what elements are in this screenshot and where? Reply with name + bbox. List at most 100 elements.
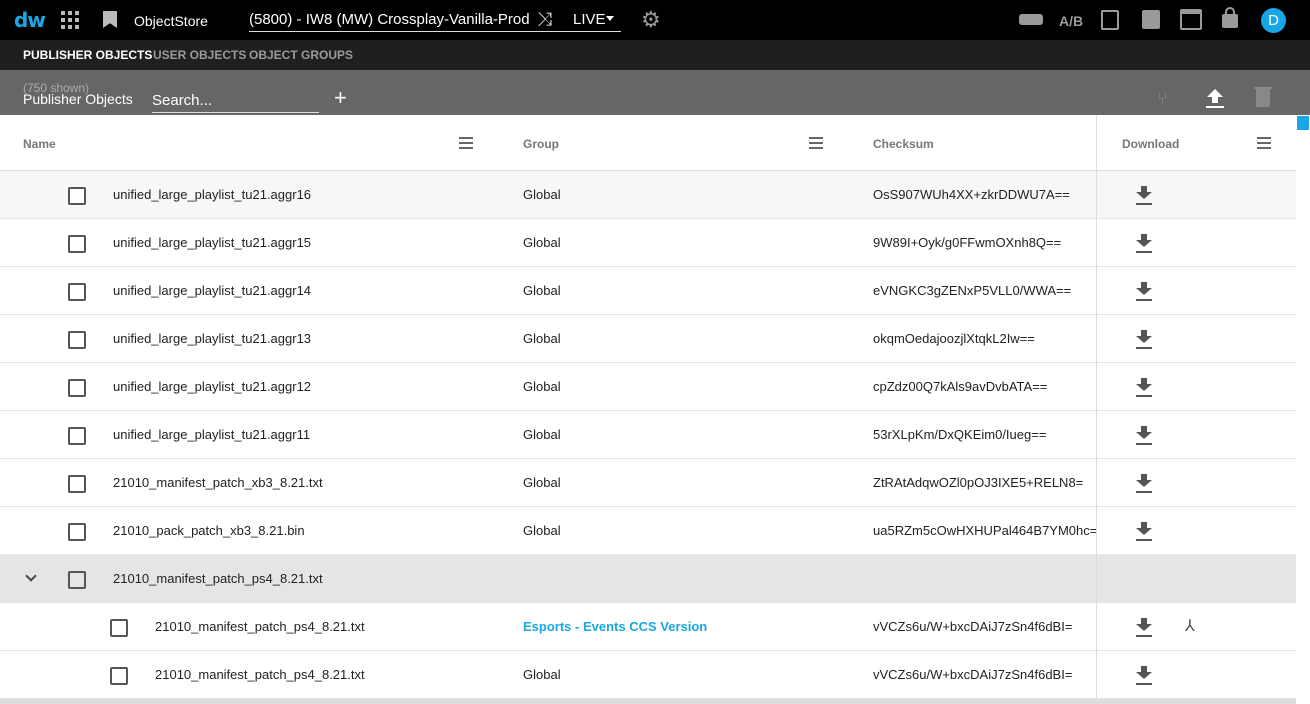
row-checkbox[interactable] — [68, 331, 86, 349]
object-name: unified_large_playlist_tu21.aggr16 — [113, 187, 312, 202]
calendar-icon[interactable] — [1180, 9, 1202, 30]
scrollbar[interactable] — [1296, 115, 1310, 704]
row-checkbox[interactable] — [68, 475, 86, 493]
merge-icon[interactable]: ⑂ — [1157, 89, 1168, 107]
object-group: Global — [523, 379, 561, 394]
column-menu-icon[interactable] — [1257, 137, 1271, 149]
table-row[interactable]: unified_large_playlist_tu21.aggr12 Globa… — [0, 363, 1296, 411]
object-group: Global — [523, 235, 561, 250]
object-group: Global — [523, 283, 561, 298]
document-icon[interactable] — [1101, 10, 1119, 30]
ab-test-icon[interactable]: A/B — [1059, 13, 1083, 29]
table-header: Name Group Checksum Download — [0, 115, 1296, 171]
app-logo[interactable]: dw — [14, 8, 46, 32]
column-menu-icon[interactable] — [459, 137, 473, 149]
object-group: Global — [523, 667, 561, 682]
column-menu-icon[interactable] — [809, 137, 823, 149]
object-checksum: cpZdz00Q7kAls9avDvbATA== — [873, 379, 1048, 394]
object-group: Global — [523, 331, 561, 346]
download-icon-base — [1136, 203, 1152, 205]
object-name: 21010_manifest_patch_xb3_8.21.txt — [113, 475, 323, 490]
object-name: 21010_manifest_patch_ps4_8.21.txt — [113, 571, 323, 586]
row-checkbox[interactable] — [68, 283, 86, 301]
toolbar: (750 shown) Publisher Objects + ⑂ — [0, 70, 1310, 115]
download-icon-base — [1136, 395, 1152, 397]
trash-icon[interactable] — [1254, 87, 1272, 107]
object-checksum: vVCZs6u/W+bxcDAiJ7zSn4f6dBI= — [873, 619, 1073, 634]
object-checksum: OsS907WUh4XX+zkrDDWU7A== — [873, 187, 1070, 202]
tab-object-groups[interactable]: OBJECT GROUPS — [249, 48, 353, 62]
chart-icon[interactable] — [1142, 10, 1160, 29]
object-group: Global — [523, 427, 561, 442]
row-checkbox[interactable] — [68, 187, 86, 205]
merge-icon[interactable]: ⅄ — [1185, 619, 1195, 635]
object-checksum: ZtRAtAdqwOZl0pOJ3IXE5+RELN8= — [873, 475, 1084, 490]
row-checkbox[interactable] — [68, 427, 86, 445]
download-icon-base — [1136, 299, 1152, 301]
environment-title: (5800) - IW8 (MW) Crossplay-Vanilla-Prod — [249, 11, 530, 28]
row-checkbox[interactable] — [110, 619, 128, 637]
apps-icon[interactable] — [61, 11, 79, 29]
download-icon-base — [1136, 683, 1152, 685]
object-group: Global — [523, 187, 561, 202]
page-title: Publisher Objects — [23, 91, 133, 107]
column-header-download[interactable]: Download — [1122, 137, 1179, 151]
gamepad-icon[interactable] — [1019, 14, 1043, 25]
table-row[interactable]: unified_large_playlist_tu21.aggr16 Globa… — [0, 171, 1296, 219]
table-row[interactable]: unified_large_playlist_tu21.aggr14 Globa… — [0, 267, 1296, 315]
app-name: ObjectStore — [134, 13, 208, 29]
object-name: 21010_pack_patch_xb3_8.21.bin — [113, 523, 305, 538]
caret-down-icon[interactable] — [606, 16, 614, 21]
tab-user-objects[interactable]: USER OBJECTS — [153, 48, 246, 62]
sub-navigation: PUBLISHER OBJECTS USER OBJECTS OBJECT GR… — [0, 40, 1310, 70]
bookmark-icon[interactable] — [103, 11, 117, 28]
table-row[interactable]: 21010_pack_patch_xb3_8.21.bin Global ua5… — [0, 507, 1296, 555]
object-group: Global — [523, 523, 561, 538]
object-name: unified_large_playlist_tu21.aggr14 — [113, 283, 312, 298]
table-row[interactable]: unified_large_playlist_tu21.aggr15 Globa… — [0, 219, 1296, 267]
table-row[interactable]: unified_large_playlist_tu21.aggr13 Globa… — [0, 315, 1296, 363]
object-name: unified_large_playlist_tu21.aggr15 — [113, 235, 312, 250]
column-header-checksum[interactable]: Checksum — [873, 137, 934, 151]
object-name: unified_large_playlist_tu21.aggr11 — [113, 427, 311, 442]
object-checksum: eVNGKC3gZENxP5VLL0/WWA== — [873, 283, 1072, 298]
download-icon-base — [1136, 347, 1152, 349]
table-row[interactable]: unified_large_playlist_tu21.aggr11 Globa… — [0, 411, 1296, 459]
download-icon-base — [1136, 635, 1152, 637]
tab-publisher-objects[interactable]: PUBLISHER OBJECTS — [23, 48, 152, 62]
environment-select[interactable]: (5800) - IW8 (MW) Crossplay-Vanilla-Prod… — [249, 4, 621, 32]
object-checksum: 9W89I+Oyk/g0FFwmOXnh8Q== — [873, 235, 1062, 250]
child-row[interactable]: 21010_manifest_patch_ps4_8.21.txt Esport… — [0, 603, 1296, 651]
search-input[interactable] — [152, 88, 319, 113]
download-icon-base — [1136, 251, 1152, 253]
child-row[interactable]: 21010_manifest_patch_ps4_8.21.txt Global… — [0, 651, 1296, 699]
row-checkbox[interactable] — [68, 523, 86, 541]
group-row[interactable]: 21010_manifest_patch_ps4_8.21.txt — [0, 555, 1296, 603]
row-checkbox[interactable] — [68, 379, 86, 397]
column-divider — [1096, 115, 1097, 704]
table-body: unified_large_playlist_tu21.aggr16 Globa… — [0, 171, 1296, 699]
top-bar: dw ObjectStore (5800) - IW8 (MW) Crosspl… — [0, 0, 1310, 40]
column-header-group[interactable]: Group — [523, 137, 559, 151]
horizontal-scrollbar[interactable] — [0, 699, 1296, 704]
table-row[interactable]: 21010_manifest_patch_xb3_8.21.txt Global… — [0, 459, 1296, 507]
row-checkbox[interactable] — [110, 667, 128, 685]
shuffle-icon[interactable]: ⤨ — [537, 9, 552, 31]
object-group: Global — [523, 475, 561, 490]
download-icon-base — [1136, 443, 1152, 445]
mode-label[interactable]: LIVE — [573, 11, 606, 28]
chevron-down-icon[interactable] — [25, 570, 37, 582]
upload-icon-base — [1206, 106, 1224, 108]
object-checksum: 53rXLpKm/DxQKEim0/Iueg== — [873, 427, 1047, 442]
row-checkbox[interactable] — [68, 235, 86, 253]
avatar[interactable]: D — [1261, 8, 1286, 33]
gear-icon[interactable]: ⚙ — [641, 9, 661, 31]
add-icon[interactable]: + — [334, 87, 347, 109]
object-group-link[interactable]: Esports - Events CCS Version — [523, 619, 707, 634]
object-checksum: okqmOedajoozjlXtqkL2Iw== — [873, 331, 1035, 346]
lock-icon[interactable] — [1222, 7, 1238, 28]
row-checkbox[interactable] — [68, 571, 86, 589]
column-header-name[interactable]: Name — [23, 137, 56, 151]
object-checksum: ua5RZm5cOwHXHUPal464B7YM0hc= — [873, 523, 1098, 538]
object-name: unified_large_playlist_tu21.aggr12 — [113, 379, 312, 394]
